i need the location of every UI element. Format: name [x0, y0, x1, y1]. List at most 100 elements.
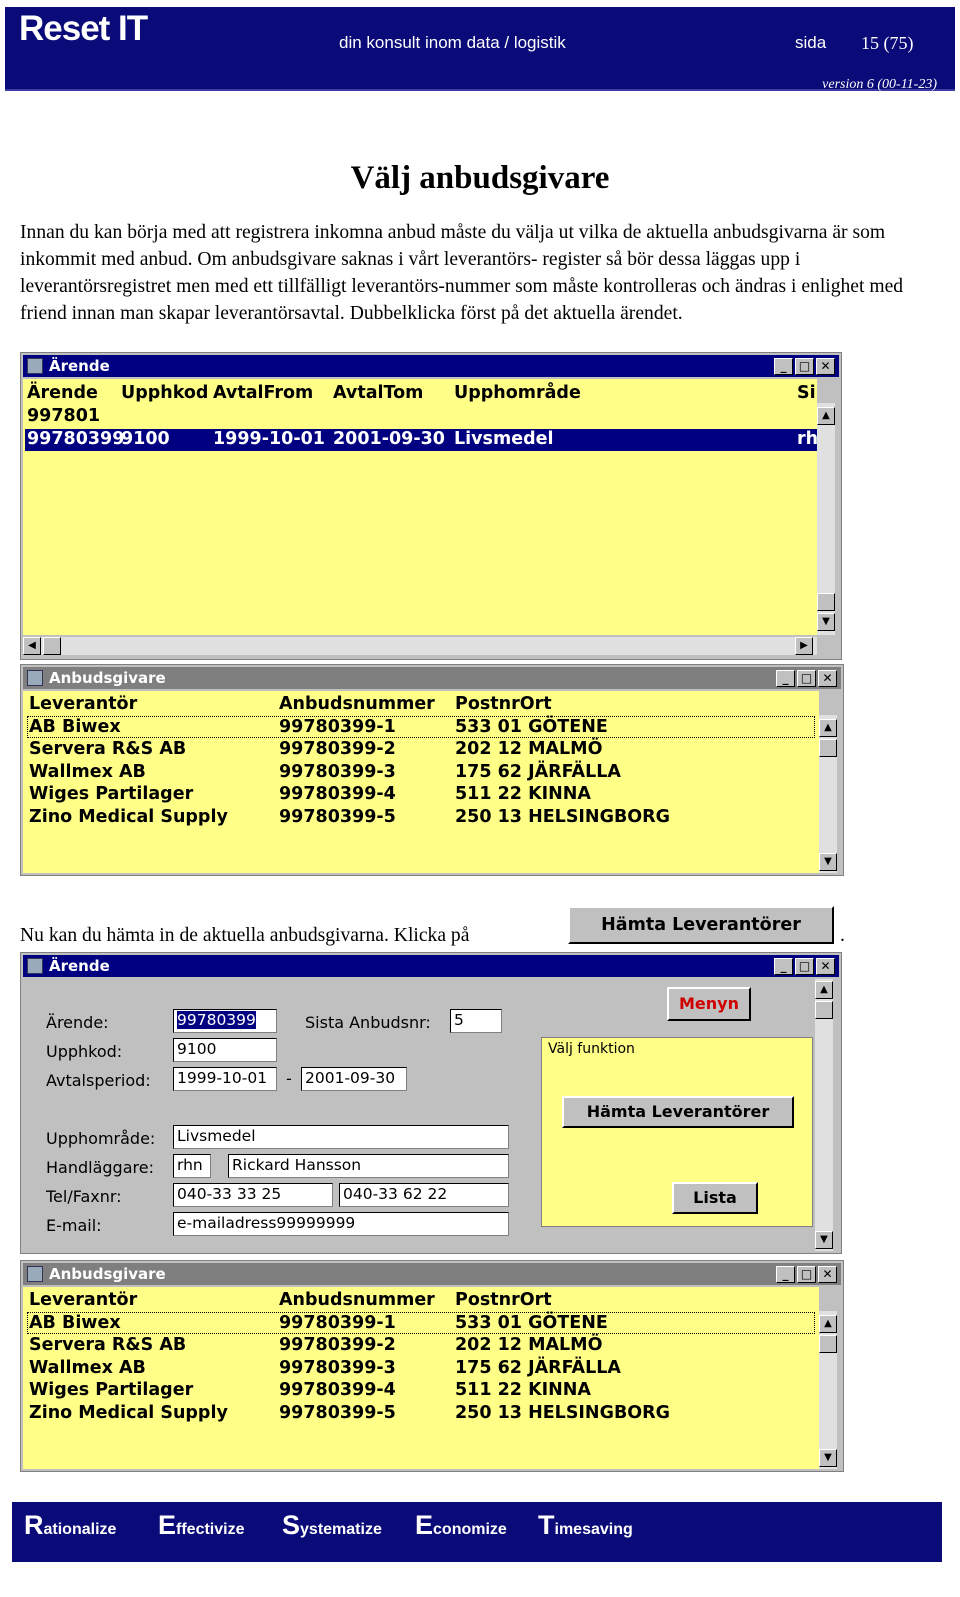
tagline: din konsult inom data / logistik: [339, 33, 566, 52]
app-icon: [27, 358, 43, 374]
scroll-down-icon[interactable]: ▼: [819, 1449, 837, 1467]
col-upphomrade[interactable]: Upphområde: [454, 383, 581, 403]
close-icon[interactable]: ✕: [816, 958, 835, 975]
anbudsgivare-window: Anbudsgivare _ □ ✕ Leverantör Anbudsnumm…: [20, 664, 844, 876]
col-arende[interactable]: Ärende: [27, 383, 98, 403]
hamta-leverantorer-button[interactable]: Hämta Leverantörer: [562, 1096, 794, 1128]
scroll-up-icon[interactable]: ▲: [819, 719, 837, 737]
vertical-scrollbar[interactable]: ▲ ▼: [819, 1311, 837, 1469]
label-email: E-mail:: [46, 1216, 102, 1235]
label-upphkod: Upphkod:: [46, 1042, 123, 1061]
hscroll-thumb[interactable]: [43, 637, 61, 655]
col-anbudsnummer[interactable]: Anbudsnummer: [279, 1290, 435, 1310]
vertical-scrollbar[interactable]: ▲ ▼: [815, 979, 833, 1251]
page-title: Välj anbudsgivare: [350, 160, 610, 196]
close-icon[interactable]: ✕: [818, 670, 837, 687]
table-row-selected[interactable]: 99780399 9100 1999-10-01 2001-09-30 Livs…: [25, 429, 817, 451]
table-row[interactable]: 997801: [27, 406, 817, 428]
title-bar[interactable]: Anbudsgivare _ □ ✕: [23, 1263, 841, 1285]
arende-form-window: Ärende _ □ ✕ Ärende: 99780399 Sista Anbu…: [20, 952, 842, 1254]
horizontal-scrollbar[interactable]: ◀ ▶: [23, 637, 817, 655]
list-area: Ärende Upphkod AvtalFrom AvtalTom Upphom…: [23, 379, 817, 635]
period: .: [840, 925, 845, 946]
handlaggare-name-field[interactable]: Rickard Hansson: [228, 1154, 509, 1178]
email-field[interactable]: e-mailadress99999999: [173, 1212, 509, 1236]
group-title: Välj funktion: [548, 1041, 635, 1057]
label-sista-anbudsnr: Sista Anbudsnr:: [305, 1013, 431, 1032]
maximize-icon[interactable]: □: [795, 358, 814, 375]
maximize-icon[interactable]: □: [797, 670, 816, 687]
minimize-icon[interactable]: _: [774, 958, 793, 975]
maximize-icon[interactable]: □: [797, 1266, 816, 1283]
vertical-scrollbar[interactable]: ▲ ▼: [817, 403, 835, 635]
footer-word: Rationalize: [24, 1510, 117, 1540]
page-label: sida: [795, 33, 827, 52]
scroll-up-icon[interactable]: ▲: [817, 407, 835, 425]
col-postnrort[interactable]: PostnrOrt: [455, 1290, 552, 1310]
label-arende: Ärende:: [46, 1013, 109, 1032]
window-title: Ärende: [49, 357, 110, 375]
vertical-scrollbar[interactable]: ▲ ▼: [819, 715, 837, 873]
page-number: 15 (75): [861, 33, 914, 53]
col-upphkod[interactable]: Upphkod: [121, 383, 208, 403]
list-area: Leverantör Anbudsnummer PostnrOrt AB Biw…: [23, 691, 819, 873]
scroll-up-icon[interactable]: ▲: [815, 981, 833, 999]
menyn-button[interactable]: Menyn: [667, 987, 751, 1021]
avtal-from-field[interactable]: 1999-10-01: [173, 1067, 277, 1091]
instruction-text: Nu kan du hämta in de aktuella anbudsgiv…: [20, 925, 470, 946]
scroll-down-icon[interactable]: ▼: [815, 1231, 833, 1249]
label-handlaggare: Handläggare:: [46, 1158, 154, 1177]
app-icon: [27, 958, 43, 974]
scroll-down-icon[interactable]: ▼: [817, 613, 835, 631]
arende-field[interactable]: 99780399: [173, 1009, 277, 1033]
upphomrade-field[interactable]: Livsmedel: [173, 1125, 509, 1149]
footer-word: Effectivize: [158, 1510, 245, 1540]
col-leverantor[interactable]: Leverantör: [29, 1290, 137, 1310]
col-avtalfrom[interactable]: AvtalFrom: [213, 383, 313, 403]
minimize-icon[interactable]: _: [774, 358, 793, 375]
scroll-thumb[interactable]: [819, 739, 837, 757]
fax-field[interactable]: 040-33 62 22: [339, 1183, 509, 1207]
handlaggare-short-field[interactable]: rhn: [173, 1154, 211, 1178]
close-icon[interactable]: ✕: [818, 1266, 837, 1283]
footer-word: Timesaving: [538, 1510, 633, 1540]
col-postnrort[interactable]: PostnrOrt: [455, 694, 552, 714]
scroll-down-icon[interactable]: ▼: [819, 853, 837, 871]
window-title: Anbudsgivare: [49, 1265, 166, 1283]
focus-rectangle: [27, 1312, 815, 1334]
scroll-thumb[interactable]: [819, 1335, 837, 1353]
focus-rectangle: [27, 716, 815, 738]
scroll-up-icon[interactable]: ▲: [819, 1315, 837, 1333]
scroll-thumb[interactable]: [817, 593, 835, 611]
close-icon[interactable]: ✕: [816, 358, 835, 375]
title-bar[interactable]: Ärende _ □ ✕: [23, 355, 839, 377]
hamta-leverantorer-inline-button[interactable]: Hämta Leverantörer: [568, 906, 834, 944]
label-telfax: Tel/Faxnr:: [46, 1187, 122, 1206]
col-si[interactable]: Si: [797, 383, 816, 403]
tel-field[interactable]: 040-33 33 25: [173, 1183, 333, 1207]
window-title: Ärende: [49, 957, 110, 975]
sista-anbudsnr-field[interactable]: 5: [450, 1009, 502, 1033]
label-upphomrade: Upphområde:: [46, 1129, 156, 1148]
maximize-icon[interactable]: □: [795, 958, 814, 975]
minimize-icon[interactable]: _: [776, 1266, 795, 1283]
scroll-thumb[interactable]: [815, 1001, 833, 1019]
logo: Reset IT: [19, 9, 148, 48]
footer-word: Economize: [415, 1510, 507, 1540]
scroll-right-icon[interactable]: ▶: [795, 637, 813, 655]
intro-paragraph: Innan du kan börja med att registrera in…: [20, 222, 904, 324]
minimize-icon[interactable]: _: [776, 670, 795, 687]
title-bar[interactable]: Ärende _ □ ✕: [23, 955, 839, 977]
app-icon: [27, 670, 43, 686]
col-anbudsnummer[interactable]: Anbudsnummer: [279, 694, 435, 714]
version-text: version 6 (00-11-23): [822, 77, 937, 92]
label-avtalsperiod: Avtalsperiod:: [46, 1071, 151, 1090]
scroll-left-icon[interactable]: ◀: [23, 637, 41, 655]
col-leverantor[interactable]: Leverantör: [29, 694, 137, 714]
avtal-tom-field[interactable]: 2001-09-30: [301, 1067, 407, 1091]
title-bar[interactable]: Anbudsgivare _ □ ✕: [23, 667, 841, 689]
lista-button[interactable]: Lista: [672, 1182, 758, 1214]
col-avtaltom[interactable]: AvtalTom: [333, 383, 423, 403]
dash: -: [286, 1069, 292, 1088]
upphkod-field[interactable]: 9100: [173, 1038, 277, 1062]
